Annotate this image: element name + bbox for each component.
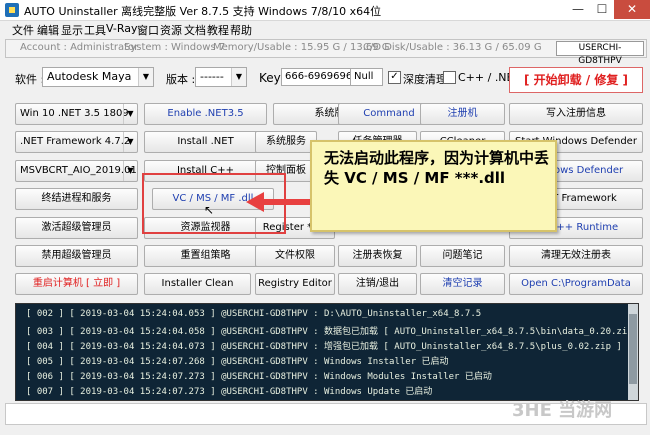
- chevron-down-icon: ▼: [123, 161, 137, 181]
- host-name: USERCHI-GD8THPV: [556, 41, 644, 66]
- version-label: 版本 :: [166, 73, 196, 86]
- log-line: [ 007 ] [ 2019-03-04 15:24:07.273 ] @USE…: [26, 387, 433, 397]
- chevron-down-icon: ▼: [138, 68, 153, 86]
- registry-editor-button[interactable]: Registry Editor: [255, 273, 335, 295]
- system-info-bar: Account : Administrator System : Windows…: [5, 39, 647, 66]
- watermark: 3HE 当游网: [512, 400, 613, 421]
- enable-admin-button[interactable]: 激活超级管理员: [15, 217, 138, 239]
- title-bar: AUTO Uninstaller 离线完整版 Ver 8.7.5 支持 Wind…: [0, 0, 650, 21]
- menu-tutorial[interactable]: 教程: [207, 22, 229, 38]
- kill-process-button[interactable]: 终结进程和服务: [15, 188, 138, 210]
- net-framework-select[interactable]: .NET Framework 4.7.2 ▼: [15, 131, 138, 153]
- file-permissions-button[interactable]: 文件权限: [255, 245, 335, 267]
- close-button[interactable]: ✕: [614, 0, 650, 19]
- arrow-left-icon: [246, 192, 264, 212]
- annotation-arrow-line: [264, 199, 312, 205]
- software-label: 软件 :: [15, 73, 45, 86]
- menu-vray[interactable]: V-Ray: [106, 22, 138, 35]
- menu-tools[interactable]: 工具: [84, 22, 106, 38]
- version-select[interactable]: ------ ▼: [195, 67, 247, 87]
- disk-info: C/D Disk/Usable : 36.13 G / 65.09 G: [363, 42, 542, 53]
- net35-select[interactable]: Win 10 .NET 3.5 1809 ▼: [15, 103, 138, 125]
- error-callout-text: 无法启动此程序，因为计算机中丢失 VC / MS / MF ***.dll: [324, 149, 550, 187]
- version-value: ------: [200, 70, 224, 83]
- enable-net35-button[interactable]: Enable .NET3.5: [144, 103, 267, 125]
- msvbcrt-select-label: MSVBCRT_AIO_2019.01...: [20, 165, 138, 176]
- maximize-button[interactable]: ☐: [590, 0, 614, 19]
- software-select[interactable]: Autodesk Maya ▼: [42, 67, 154, 87]
- software-value: Autodesk Maya: [47, 70, 132, 83]
- restart-computer-button[interactable]: 重启计算机 [ 立即 ]: [15, 273, 138, 295]
- cpp-net-checkbox[interactable]: [443, 71, 456, 84]
- menu-window[interactable]: 窗口: [137, 22, 159, 38]
- installer-clean-button[interactable]: Installer Clean: [144, 273, 251, 295]
- issue-notes-button[interactable]: 问题笔记: [420, 245, 505, 267]
- key-field[interactable]: 666-69696969: [281, 68, 353, 86]
- system-services-button[interactable]: 系统服务: [255, 131, 317, 153]
- net35-select-label: Win 10 .NET 3.5 1809: [20, 108, 129, 119]
- install-net-button[interactable]: Install .NET: [144, 131, 267, 153]
- account-info: Account : Administrator: [20, 42, 139, 53]
- menu-bar: 文件 编辑 显示 工具 V-Ray 窗口 资源 文档 教程 帮助: [0, 21, 650, 37]
- menu-resources[interactable]: 资源: [160, 22, 182, 38]
- chevron-down-icon: ▼: [123, 132, 137, 152]
- app-icon: [5, 3, 19, 17]
- chevron-down-icon: ▼: [231, 68, 246, 86]
- registry-restore-button[interactable]: 注册表恢复: [338, 245, 417, 267]
- deep-clean-label: 深度清理: [403, 73, 447, 86]
- menu-docs[interactable]: 文档: [184, 22, 206, 38]
- log-line: [ 005 ] [ 2019-03-04 15:24:07.268 ] @USE…: [26, 357, 449, 367]
- log-scrollbar[interactable]: [628, 304, 638, 400]
- log-line: [ 006 ] [ 2019-03-04 15:24:07.273 ] @USE…: [26, 372, 492, 382]
- log-line: [ 004 ] [ 2019-03-04 15:24:04.073 ] @USE…: [26, 342, 622, 352]
- deep-clean-checkbox[interactable]: ✓: [388, 71, 401, 84]
- chevron-down-icon: ▼: [123, 104, 137, 124]
- log-panel[interactable]: [ 002 ] [ 2019-03-04 15:24:04.053 ] @USE…: [15, 303, 639, 401]
- logout-exit-button[interactable]: 注销/退出: [338, 273, 417, 295]
- net-framework-select-label: .NET Framework 4.7.2: [20, 136, 131, 147]
- write-reg-info-button[interactable]: 写入注册信息: [509, 103, 643, 125]
- disable-admin-button[interactable]: 禁用超级管理员: [15, 245, 138, 267]
- window-title: AUTO Uninstaller 离线完整版 Ver 8.7.5 支持 Wind…: [24, 5, 382, 18]
- menu-help[interactable]: 帮助: [230, 22, 252, 38]
- open-programdata-button[interactable]: Open C:\ProgramData: [509, 273, 643, 295]
- log-line: [ 002 ] [ 2019-03-04 15:24:04.053 ] @USE…: [26, 309, 482, 319]
- system-info: System : Windows 7: [124, 42, 226, 53]
- reset-group-policy-button[interactable]: 重置组策略: [144, 245, 267, 267]
- log-line: [ 003 ] [ 2019-03-04 15:24:04.058 ] @USE…: [26, 327, 639, 337]
- clear-log-button[interactable]: 清空记录: [420, 273, 505, 295]
- key-label: Key: [259, 71, 281, 85]
- key-null-field[interactable]: Null: [350, 68, 383, 86]
- start-uninstall-button[interactable]: [ 开始卸载 / 修复 ]: [509, 67, 643, 93]
- cursor-icon: ↖: [204, 203, 215, 217]
- minimize-button[interactable]: —: [566, 0, 590, 19]
- error-callout: 无法启动此程序，因为计算机中丢失 VC / MS / MF ***.dll: [310, 140, 557, 232]
- menu-edit[interactable]: 编辑: [37, 22, 59, 38]
- msvbcrt-select[interactable]: MSVBCRT_AIO_2019.01... ▼: [15, 160, 138, 182]
- menu-file[interactable]: 文件: [12, 22, 34, 38]
- keygen-button[interactable]: 注册机: [420, 103, 505, 125]
- menu-view[interactable]: 显示: [61, 22, 83, 38]
- scrollbar-thumb[interactable]: [629, 314, 637, 384]
- clean-invalid-registry-button[interactable]: 清理无效注册表: [509, 245, 643, 267]
